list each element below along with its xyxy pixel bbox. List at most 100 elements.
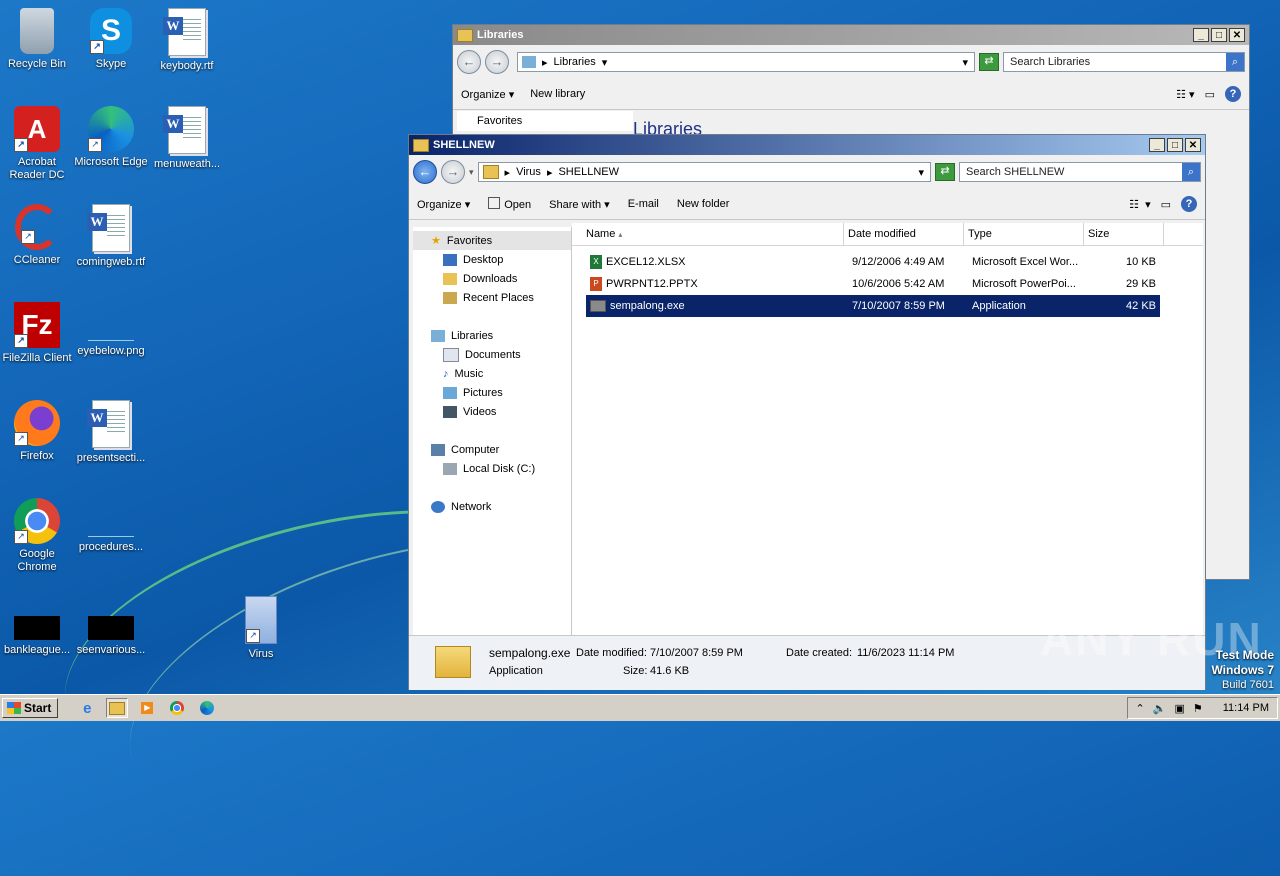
close-button[interactable]: ✕ — [1229, 28, 1245, 42]
nav-network[interactable]: Network — [413, 497, 571, 516]
volume-icon[interactable]: 🔈 — [1153, 702, 1167, 715]
share-with-button[interactable]: Share with ▾ — [549, 198, 610, 211]
column-size[interactable]: Size — [1084, 223, 1164, 245]
breadcrumb-virus[interactable]: Virus — [516, 166, 541, 178]
file-row[interactable]: P PWRPNT12.PPTX 10/6/2006 5:42 AM Micros… — [586, 273, 1160, 295]
file-row-selected[interactable]: sempalong.exe 7/10/2007 8:59 PM Applicat… — [586, 295, 1160, 317]
documents-icon — [443, 347, 459, 362]
desktop-icon-eyebelow[interactable]: eyebelow.png — [74, 302, 148, 358]
desktop-icon-skype[interactable]: S ↗ Skype — [74, 8, 148, 71]
column-date-modified[interactable]: Date modified — [844, 223, 964, 245]
details-size-label: Size: — [623, 665, 648, 677]
nav-recent-places[interactable]: Recent Places — [413, 288, 571, 307]
ie-taskbar-icon[interactable]: e — [76, 698, 98, 718]
nav-computer[interactable]: Computer — [413, 440, 571, 459]
help-icon[interactable]: ? — [1181, 196, 1197, 212]
shellnew-titlebar[interactable]: SHELLNEW _ □ ✕ — [409, 135, 1205, 155]
back-button[interactable]: ← — [457, 50, 481, 74]
open-button[interactable]: Open — [488, 197, 531, 211]
nav-downloads[interactable]: Downloads — [413, 269, 571, 288]
nav-videos[interactable]: Videos — [413, 402, 571, 421]
nav-favorites[interactable]: ★ Favorites — [413, 231, 571, 250]
minimize-button[interactable]: _ — [1193, 28, 1209, 42]
details-file-name: sempalong.exe — [489, 646, 571, 660]
address-bar[interactable]: ▸ Libraries ▾ ▾ — [517, 52, 975, 72]
search-input[interactable]: Search SHELLNEW ⌕ — [959, 162, 1201, 182]
desktop-icon-procedures[interactable]: procedures... — [74, 498, 148, 554]
desktop-icon-keybody[interactable]: W keybody.rtf — [150, 8, 224, 73]
desktop-icon-ccleaner[interactable]: ↗ CCleaner — [0, 204, 74, 267]
action-center-icon[interactable]: ⚑ — [1193, 702, 1203, 715]
desktop-icon-firefox[interactable]: ↗ Firefox — [0, 400, 74, 463]
forward-button[interactable]: → — [441, 160, 465, 184]
taskbar: Start e ▶ ⌃ 🔈 ▣ ⚑ 11:14 PM — [0, 694, 1280, 721]
desktop-icon-presentsecti[interactable]: W presentsecti... — [74, 400, 148, 465]
breadcrumb-shellnew[interactable]: SHELLNEW — [558, 166, 619, 178]
libraries-nav-favorites[interactable]: Favorites — [457, 111, 633, 131]
folder-large-icon — [435, 646, 471, 678]
desktop-icon-acrobat[interactable]: A ↗ Acrobat Reader DC — [0, 106, 74, 182]
view-options-icon[interactable]: ☷ ▾ — [1129, 198, 1151, 211]
desktop-icon-edge[interactable]: ↗ Microsoft Edge — [74, 106, 148, 169]
back-button[interactable]: ← — [413, 160, 437, 184]
maximize-button[interactable]: □ — [1167, 138, 1183, 152]
desktop-icon-menuweath[interactable]: W menuweath... — [150, 106, 224, 171]
forward-button[interactable]: → — [485, 50, 509, 74]
help-icon[interactable]: ? — [1225, 86, 1241, 102]
nav-documents[interactable]: Documents — [413, 345, 571, 364]
recent-pages-dropdown-icon[interactable]: ▾ — [469, 167, 474, 178]
edge-taskbar-icon[interactable] — [196, 698, 218, 718]
organize-button[interactable]: Organize ▾ — [461, 88, 514, 101]
search-icon[interactable]: ⌕ — [1226, 53, 1244, 71]
file-row[interactable]: X EXCEL12.XLSX 9/12/2006 4:49 AM Microso… — [586, 251, 1160, 273]
desktop-icon-virus-folder[interactable]: ↗ Virus — [224, 596, 298, 661]
nav-libraries[interactable]: Libraries — [413, 326, 571, 345]
email-button[interactable]: E-mail — [628, 198, 659, 210]
refresh-icon[interactable]: ⇄ — [935, 163, 955, 181]
column-type[interactable]: Type — [964, 223, 1084, 245]
column-name[interactable]: Name ▴ — [572, 223, 844, 245]
desktop-icon-chrome[interactable]: ↗ Google Chrome — [0, 498, 74, 574]
refresh-icon[interactable]: ⇄ — [979, 53, 999, 71]
new-library-button[interactable]: New library — [530, 88, 585, 100]
image-file-icon — [88, 320, 134, 341]
shellnew-window[interactable]: SHELLNEW _ □ ✕ ← → ▾ ▸ Virus ▸ SHELLNEW … — [408, 134, 1206, 690]
desktop-icon-seenvarious[interactable]: seenvarious... — [74, 602, 148, 657]
nav-local-disk[interactable]: Local Disk (C:) — [413, 459, 571, 478]
nav-desktop[interactable]: Desktop — [413, 250, 571, 269]
start-button[interactable]: Start — [2, 698, 59, 718]
show-hidden-icons-icon[interactable]: ⌃ — [1136, 702, 1145, 715]
desktop-icon-bankleague[interactable]: bankleague... — [0, 602, 74, 657]
chrome-taskbar-icon[interactable] — [166, 698, 188, 718]
address-dropdown-icon[interactable]: ▾ — [918, 166, 924, 179]
close-button[interactable]: ✕ — [1185, 138, 1201, 152]
organize-button[interactable]: Organize ▾ — [417, 198, 470, 211]
libraries-commandbar: Organize ▾ New library ☷ ▾ ▭ ? — [453, 79, 1249, 110]
preview-pane-icon[interactable]: ▭ — [1205, 88, 1215, 101]
explorer-taskbar-icon[interactable] — [106, 698, 129, 718]
desktop-icon-recycle-bin[interactable]: Recycle Bin — [0, 8, 74, 71]
maximize-button[interactable]: □ — [1211, 28, 1227, 42]
details-date-created-label: Date created: — [786, 647, 853, 659]
search-icon[interactable]: ⌕ — [1182, 163, 1200, 181]
column-header: Name ▴ Date modified Type Size — [572, 223, 1203, 246]
address-bar[interactable]: ▸ Virus ▸ SHELLNEW ▾ — [477, 162, 931, 182]
sort-ascending-icon: ▴ — [618, 230, 623, 239]
desktop-icon-filezilla[interactable]: Fz ↗ FileZilla Client — [0, 302, 74, 365]
clock[interactable]: 11:14 PM — [1223, 702, 1269, 714]
drive-icon — [443, 462, 457, 475]
network-tray-icon[interactable]: ▣ — [1174, 702, 1184, 715]
address-dropdown-icon[interactable]: ▾ — [962, 56, 968, 69]
preview-pane-icon[interactable]: ▭ — [1161, 198, 1171, 211]
search-input[interactable]: Search Libraries ⌕ — [1003, 52, 1245, 72]
media-player-taskbar-icon[interactable]: ▶ — [136, 698, 158, 718]
navigation-pane: ★ Favorites Desktop Downloads Recent Plac… — [413, 227, 572, 635]
new-folder-button[interactable]: New folder — [677, 198, 730, 210]
nav-pictures[interactable]: Pictures — [413, 383, 571, 402]
libraries-titlebar[interactable]: Libraries _ □ ✕ — [453, 25, 1249, 45]
view-options-icon[interactable]: ☷ ▾ — [1176, 88, 1194, 101]
nav-music[interactable]: ♪ Music — [413, 364, 571, 383]
computer-icon — [431, 443, 445, 456]
desktop-icon-comingweb[interactable]: W comingweb.rtf — [74, 204, 148, 269]
minimize-button[interactable]: _ — [1149, 138, 1165, 152]
